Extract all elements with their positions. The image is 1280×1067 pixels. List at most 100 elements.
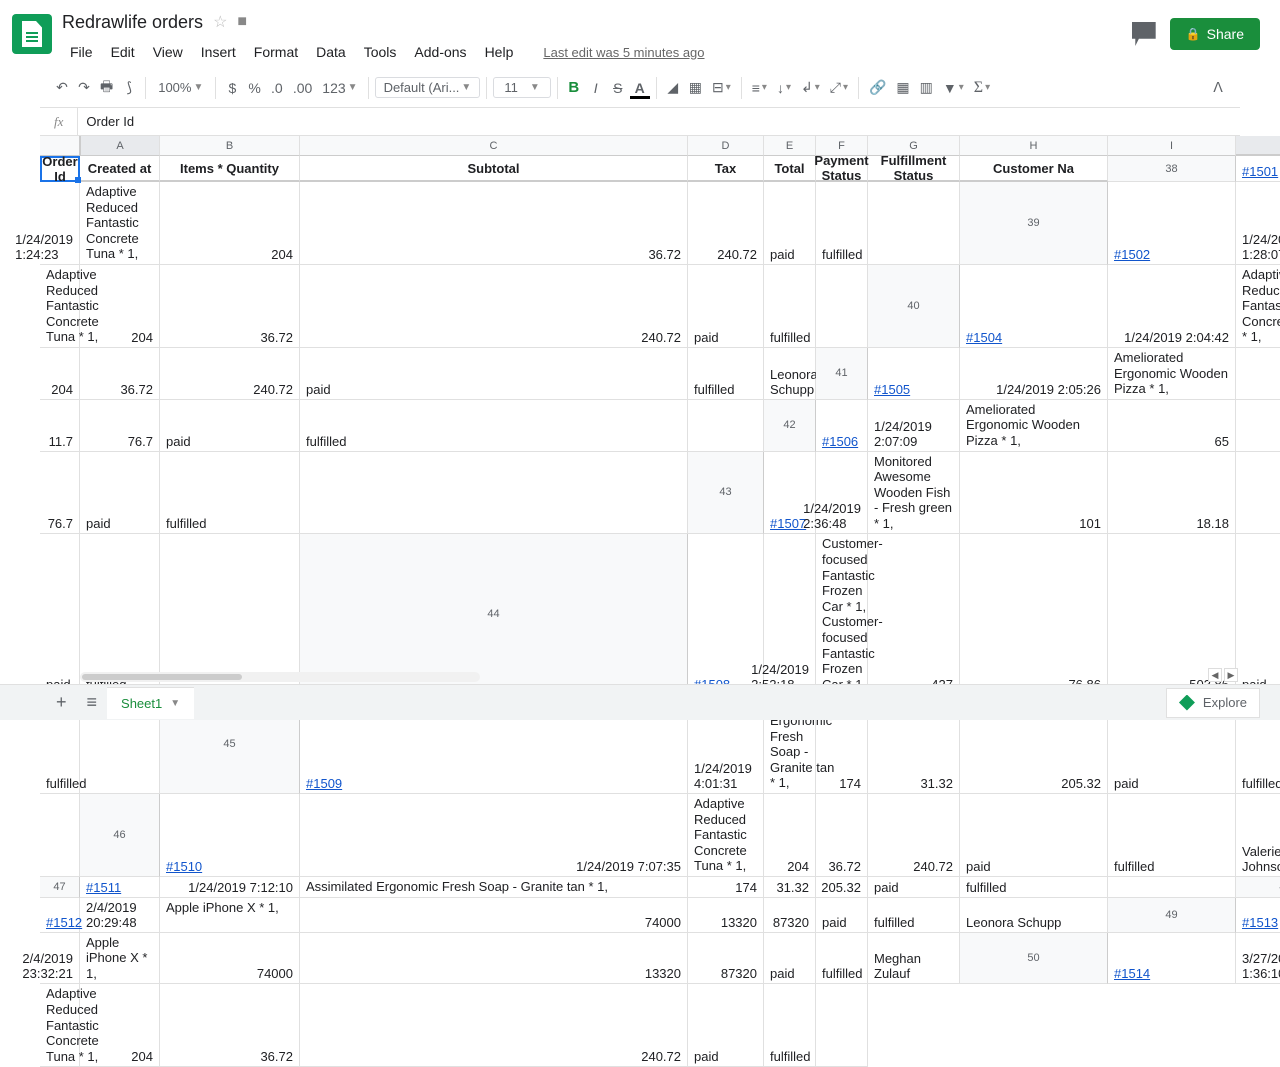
cell-total[interactable]: 240.72	[300, 984, 688, 1067]
cell-customer[interactable]: Meghan Zulauf	[868, 933, 960, 985]
cell-items[interactable]: Apple iPhone X * 1,	[80, 933, 160, 985]
comment-insert Icon[interactable]: ▦	[892, 75, 913, 100]
cell-order-id[interactable]: #1505	[868, 348, 960, 400]
cell-total[interactable]: 87320	[764, 898, 816, 933]
cell-total[interactable]: 240.72	[868, 794, 960, 877]
cell-fulfillment[interactable]: fulfilled	[764, 984, 816, 1067]
cell-tax[interactable]: 11.7	[40, 400, 80, 452]
row-header-50[interactable]: 50	[960, 933, 1108, 985]
halign-icon[interactable]: ≡▾	[748, 76, 771, 100]
cell-order-id[interactable]: #1511	[80, 877, 160, 898]
cell-created[interactable]: 1/24/2019 2:52:18	[764, 534, 816, 695]
cell-created[interactable]: 1/24/2019 1:24:23	[40, 182, 80, 265]
menu-help[interactable]: Help	[477, 40, 522, 64]
cell-tax[interactable]: 36.72	[300, 182, 688, 265]
cell-items[interactable]: Adaptive Reduced Fantastic Concrete Tuna…	[40, 984, 80, 1067]
cell-subtotal[interactable]: 74000	[160, 933, 300, 985]
sheets-logo-icon[interactable]	[12, 14, 52, 54]
row-header-47[interactable]: 47	[40, 877, 80, 898]
cell-total[interactable]: 76.7	[40, 452, 80, 535]
cell-customer[interactable]	[1108, 877, 1236, 898]
explore-button[interactable]: Explore	[1166, 688, 1260, 718]
text-color-button[interactable]: A	[630, 76, 650, 99]
row-header-46[interactable]: 46	[80, 794, 160, 877]
cell-customer[interactable]: Leonora Schupp	[960, 898, 1108, 933]
cell-order-id[interactable]: #1501	[1236, 156, 1280, 182]
cell-subtotal[interactable]: 427	[868, 534, 960, 695]
cell-payment[interactable]: paid	[1236, 534, 1280, 695]
cell-created[interactable]: 1/24/2019 2:05:26	[960, 348, 1108, 400]
cell-tax[interactable]: 76.86	[960, 534, 1108, 695]
cell-fulfillment[interactable]: fulfilled	[764, 265, 816, 348]
cell-customer[interactable]	[868, 182, 960, 265]
row-header-39[interactable]: 39	[960, 182, 1108, 265]
print-icon[interactable]: 🖶	[96, 72, 117, 104]
cell-customer[interactable]	[40, 794, 80, 877]
cell-subtotal[interactable]: 65	[1108, 400, 1236, 452]
cell-order-id[interactable]: #1510	[160, 794, 300, 877]
col-header-B[interactable]: B	[160, 136, 300, 156]
header-cell[interactable]: Created at	[80, 156, 160, 182]
cell-subtotal[interactable]: 204	[80, 265, 160, 348]
cell-payment[interactable]: paid	[40, 534, 80, 695]
sheet-tab-menu-icon[interactable]: ▼	[170, 698, 180, 709]
row-header-42[interactable]: 42	[764, 400, 816, 452]
header-cell[interactable]: Fulfillment Status	[868, 156, 960, 182]
italic-button[interactable]: I	[586, 76, 606, 100]
cell-order-id[interactable]: #1513	[1236, 898, 1280, 933]
cell-items[interactable]: Adaptive Reduced Fantastic Concrete Tuna…	[80, 182, 160, 265]
number-format-select[interactable]: 123▼	[318, 76, 361, 100]
cell-customer[interactable]	[688, 400, 764, 452]
header-cell[interactable]: Total	[764, 156, 816, 182]
sheet-nav-arrows[interactable]: ◀▶	[1208, 668, 1238, 682]
col-header-A[interactable]: A	[80, 136, 160, 156]
cell-tax[interactable]: 11.7	[1236, 400, 1280, 452]
menu-edit[interactable]: Edit	[103, 40, 143, 64]
menu-tools[interactable]: Tools	[356, 40, 405, 64]
functions-icon[interactable]: Σ▾	[970, 75, 994, 101]
cell-subtotal[interactable]: 65	[1236, 348, 1280, 400]
font-size-select[interactable]: 11▼	[493, 77, 550, 98]
cell-fulfillment[interactable]: fulfilled	[816, 182, 868, 265]
cell-subtotal[interactable]: 101	[960, 452, 1108, 535]
cell-order-id[interactable]: #1512	[40, 898, 80, 933]
row-header-40[interactable]: 40	[868, 265, 960, 348]
col-header-C[interactable]: C	[300, 136, 688, 156]
menu-data[interactable]: Data	[308, 40, 354, 64]
collapse-toolbar-icon[interactable]: ᐱ	[1208, 75, 1228, 100]
cell-items[interactable]: Customer-focused Fantastic Frozen Car * …	[816, 534, 868, 695]
cell-order-id[interactable]: #1502	[1108, 182, 1236, 265]
star-icon[interactable]: ☆	[213, 12, 227, 32]
cell-payment[interactable]: paid	[764, 182, 816, 265]
menu-addons[interactable]: Add-ons	[406, 40, 474, 64]
cell-created[interactable]: 1/24/2019 2:36:48	[816, 452, 868, 535]
header-cell[interactable]: Subtotal	[300, 156, 688, 182]
header-cell[interactable]: Tax	[688, 156, 764, 182]
col-header-H[interactable]: H	[960, 136, 1108, 156]
borders-icon[interactable]: ▦	[685, 75, 706, 100]
cell-items[interactable]: Monitored Awesome Wooden Fish - Fresh gr…	[868, 452, 960, 535]
cell-order-id[interactable]: #1514	[1108, 933, 1236, 985]
cell-payment[interactable]: paid	[300, 348, 688, 400]
cell-fulfillment[interactable]: fulfilled	[688, 348, 764, 400]
sheet-tab[interactable]: Sheet1 ▼	[107, 687, 194, 719]
add-sheet-button[interactable]: +	[46, 686, 77, 719]
decrease-decimal-icon[interactable]: .0	[267, 76, 287, 100]
font-select[interactable]: Default (Ari...▼	[375, 77, 481, 98]
cell-total[interactable]: 240.72	[300, 265, 688, 348]
col-header-D[interactable]: D	[688, 136, 764, 156]
cell-subtotal[interactable]: 204	[764, 794, 816, 877]
row-header-38[interactable]: 38	[1108, 156, 1236, 182]
col-header-E[interactable]: E	[764, 136, 816, 156]
chart-icon[interactable]: ▥	[916, 75, 937, 100]
cell-tax[interactable]: 31.32	[764, 877, 816, 898]
fill-color-icon[interactable]: ◢	[663, 75, 683, 100]
currency-icon[interactable]: $	[222, 76, 242, 100]
cell-fulfillment[interactable]: fulfilled	[1108, 794, 1236, 877]
row-header-43[interactable]: 43	[688, 452, 764, 535]
header-cell[interactable]: Customer Na	[960, 156, 1108, 182]
horizontal-scrollbar[interactable]	[80, 672, 480, 682]
all-sheets-button[interactable]: ≡	[77, 686, 108, 719]
cell-items[interactable]: Assimilated Ergonomic Fresh Soap - Grani…	[300, 877, 688, 898]
cell-order-id[interactable]: #1504	[960, 265, 1108, 348]
